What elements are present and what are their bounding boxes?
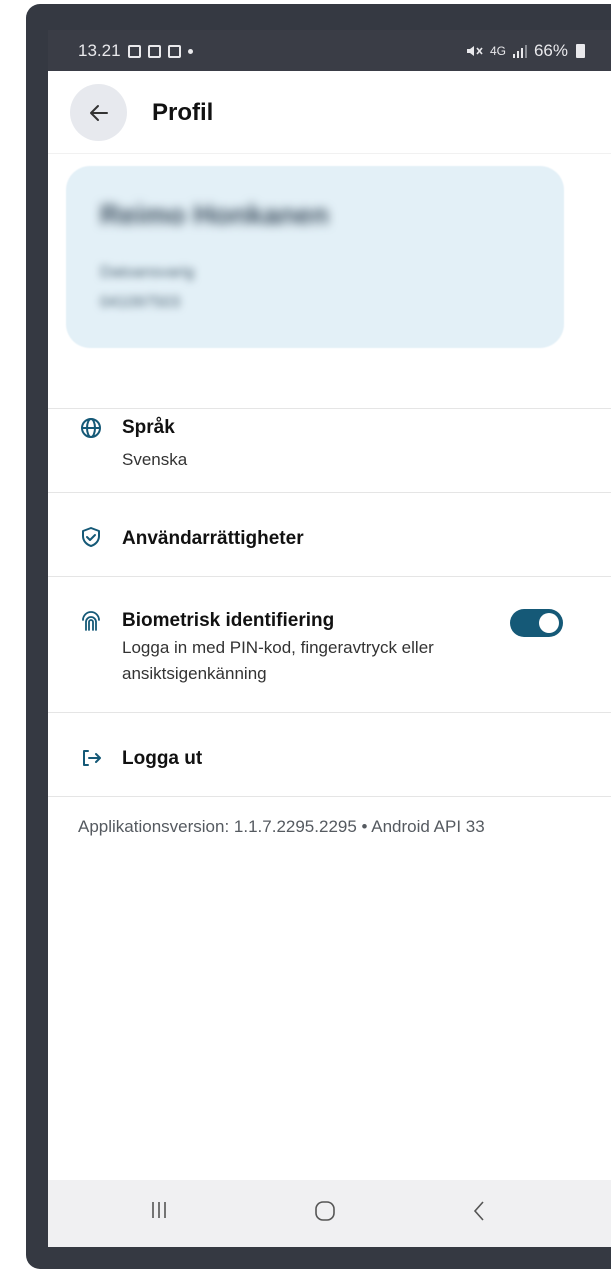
- arrow-left-icon: [89, 104, 108, 121]
- globe-icon: [81, 418, 101, 438]
- logout-icon: [83, 750, 101, 766]
- language-value: Svenska: [122, 450, 188, 469]
- logout-label: Logga ut: [122, 748, 203, 769]
- language-label: Språk: [122, 417, 175, 438]
- fingerprint-icon: [82, 611, 100, 631]
- back-button[interactable]: [70, 84, 127, 141]
- user-name: Reimo Honkanen: [100, 199, 329, 230]
- app-bar: Profil: [48, 71, 611, 154]
- biometric-setting: Biometrisk identifiering Logga in med PI…: [48, 576, 611, 712]
- recent-apps-icon[interactable]: [150, 1200, 168, 1220]
- gallery-notification-icon: [127, 44, 141, 58]
- user-id: 041097503: [100, 294, 181, 311]
- divider: [48, 796, 611, 798]
- page-title: Profil: [152, 99, 214, 126]
- permissions-setting[interactable]: Användarrättigheter: [48, 492, 611, 577]
- network-type: 4G: [489, 44, 506, 58]
- more-notifications-icon: [187, 48, 193, 54]
- system-nav-bar: [48, 1180, 611, 1247]
- logout-button[interactable]: Logga ut: [48, 712, 611, 797]
- back-nav-icon[interactable]: [472, 1200, 486, 1222]
- app-version: Applikationsversion: 1.1.7.2295.2295 • A…: [78, 817, 485, 836]
- app-notification-icon-2: [167, 44, 181, 58]
- status-right: 4G 66%: [466, 41, 585, 61]
- app-notification-icon: [147, 44, 161, 58]
- user-card: Reimo Honkanen Datoansvarig 041097503: [66, 166, 564, 348]
- battery-icon: [576, 44, 585, 58]
- user-role: Datoansvarig: [100, 264, 195, 281]
- biometric-description: Logga in med PIN-kod, fingeravtryck elle…: [122, 638, 434, 683]
- biometric-toggle[interactable]: [510, 609, 563, 637]
- phone-screen: 13.21 4G 66% Profil Reimo Honkanen Datoa…: [48, 30, 611, 1247]
- status-bar: 13.21 4G 66%: [48, 30, 611, 71]
- battery-percent: 66%: [533, 41, 568, 60]
- shield-check-icon: [82, 527, 100, 547]
- mute-icon: [466, 46, 483, 56]
- toggle-knob: [539, 613, 559, 633]
- permissions-label: Användarrättigheter: [122, 528, 304, 549]
- home-icon[interactable]: [314, 1200, 336, 1222]
- language-setting[interactable]: Språk Svenska: [48, 408, 611, 493]
- signal-icon: [512, 45, 527, 58]
- status-time: 13.21: [78, 41, 121, 60]
- biometric-label: Biometrisk identifiering: [122, 610, 335, 631]
- status-left: 13.21: [78, 41, 193, 61]
